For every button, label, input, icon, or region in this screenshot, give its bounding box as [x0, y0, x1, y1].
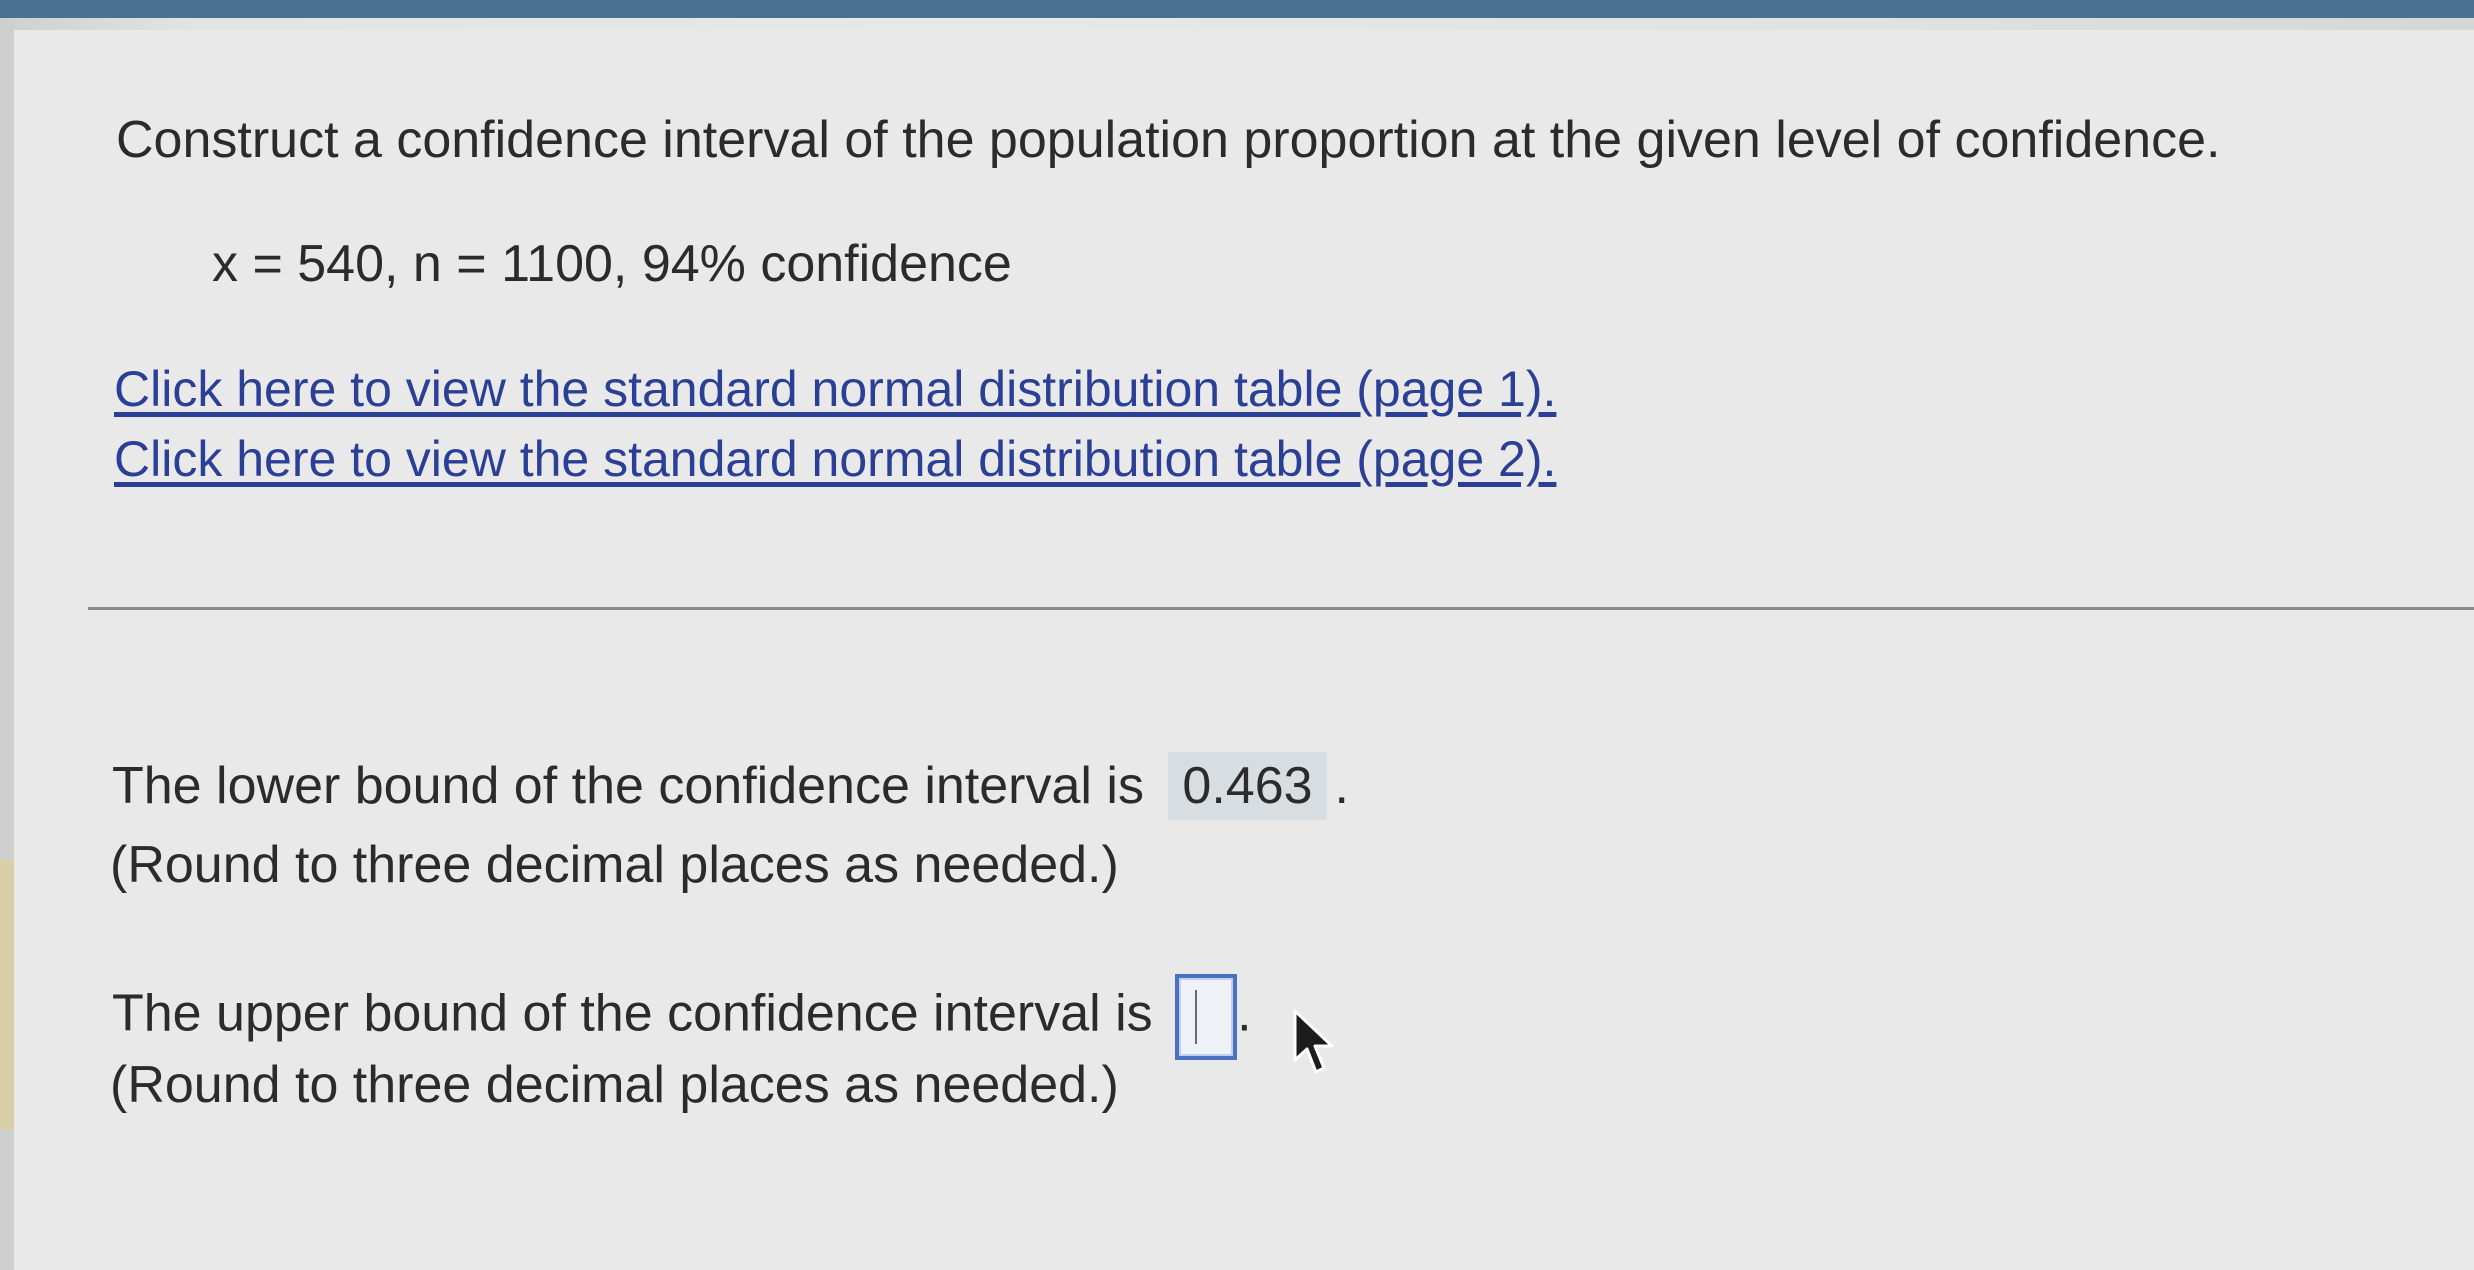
- lower-bound-label: The lower bound of the confidence interv…: [112, 757, 1144, 815]
- question-prompt: Construct a confidence interval of the p…: [116, 111, 2221, 169]
- normal-table-link-page-1[interactable]: Click here to view the standard normal d…: [114, 360, 1556, 418]
- question-panel: Construct a confidence interval of the p…: [14, 30, 2474, 1270]
- upper-bound-label: The upper bound of the confidence interv…: [112, 984, 1153, 1043]
- divider: [88, 607, 2474, 610]
- upper-bound-rounding-note: (Round to three decimal places as needed…: [110, 1056, 1119, 1114]
- lower-bound-rounding-note: (Round to three decimal places as needed…: [110, 836, 1119, 894]
- top-bar: [0, 0, 2474, 18]
- mouse-pointer-icon: [1293, 1009, 1334, 1074]
- lower-bound-period: .: [1334, 757, 1349, 815]
- lower-bound-line: The lower bound of the confidence interv…: [112, 752, 1349, 820]
- given-values: x = 540, n = 1100, 94% confidence: [212, 235, 1012, 293]
- lower-bound-value: 0.463: [1168, 752, 1327, 820]
- screen: Construct a confidence interval of the p…: [0, 0, 2474, 1270]
- normal-table-link-page-2[interactable]: Click here to view the standard normal d…: [114, 430, 1556, 488]
- upper-bound-input[interactable]: [1175, 974, 1238, 1060]
- upper-bound-period: .: [1237, 984, 1252, 1043]
- upper-bound-line: The upper bound of the confidence interv…: [112, 974, 1252, 1060]
